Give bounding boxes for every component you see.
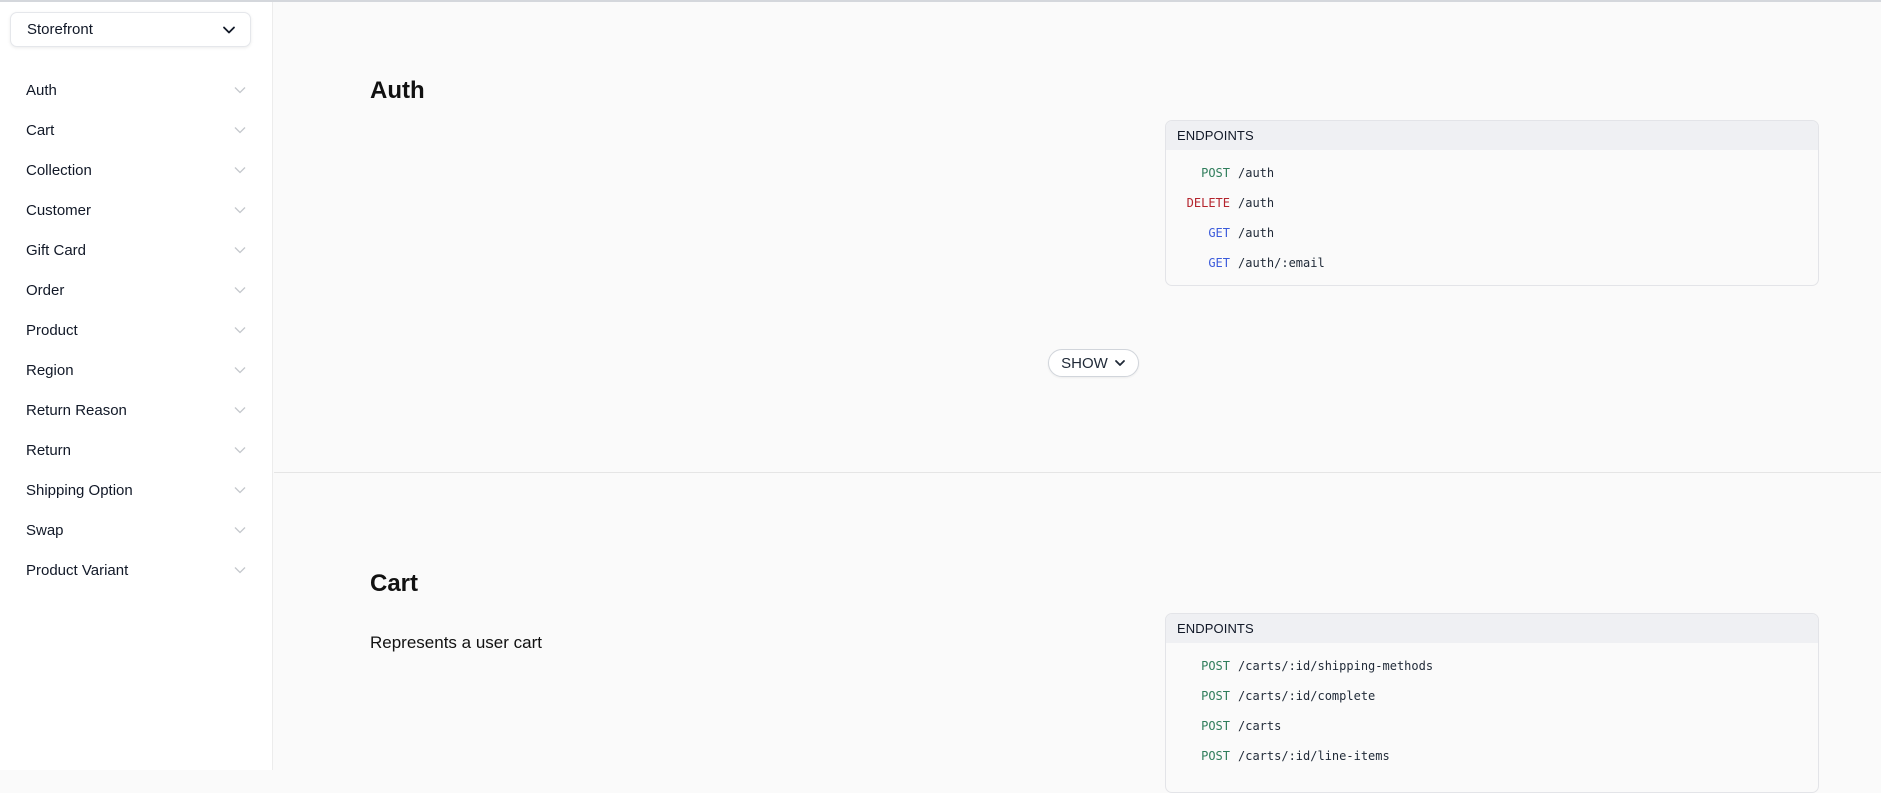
chevron-down-icon <box>234 487 246 494</box>
http-method-badge: DELETE <box>1186 196 1230 210</box>
sidebar-item-label: Return Reason <box>26 401 127 419</box>
chevron-down-icon <box>234 407 246 414</box>
sidebar-item-customer[interactable]: Customer <box>0 190 273 230</box>
top-border <box>0 0 1881 2</box>
http-method-badge: POST <box>1201 749 1230 763</box>
chevron-down-icon <box>223 26 235 33</box>
http-method-badge: POST <box>1201 659 1230 673</box>
endpoint-path: /auth <box>1238 226 1275 240</box>
endpoint-row[interactable]: POST /carts <box>1166 711 1818 741</box>
chevron-down-icon <box>234 207 246 214</box>
sidebar-item-return-reason[interactable]: Return Reason <box>0 390 273 430</box>
show-more-button[interactable]: SHOW <box>1048 349 1139 377</box>
sidebar-item-label: Gift Card <box>26 241 87 259</box>
sidebar: Storefront Auth Cart Collection Customer… <box>0 0 273 770</box>
endpoints-panel: ENDPOINTS POST /carts/:id/shipping-metho… <box>1165 613 1819 793</box>
endpoint-row[interactable]: GET /auth/:email <box>1166 248 1818 278</box>
chevron-down-icon <box>234 127 246 134</box>
sidebar-item-collection[interactable]: Collection <box>0 150 273 190</box>
sidebar-item-label: Order <box>26 281 65 299</box>
sidebar-item-gift-card[interactable]: Gift Card <box>0 230 273 270</box>
api-selector-value: Storefront <box>27 21 93 38</box>
chevron-down-icon <box>234 447 246 454</box>
sidebar-item-label: Product <box>26 321 78 339</box>
chevron-down-icon <box>234 567 246 574</box>
sidebar-item-swap[interactable]: Swap <box>0 510 273 550</box>
endpoints-list: POST /auth DELETE /auth GET /auth GET /a… <box>1166 150 1818 278</box>
http-method-badge: POST <box>1201 166 1230 180</box>
sidebar-item-return[interactable]: Return <box>0 430 273 470</box>
sidebar-nav: Auth Cart Collection Customer Gift Card … <box>0 70 273 590</box>
endpoint-path: /auth <box>1238 196 1275 210</box>
sidebar-item-label: Customer <box>26 201 92 219</box>
endpoint-row[interactable]: DELETE /auth <box>1166 188 1818 218</box>
sidebar-item-order[interactable]: Order <box>0 270 273 310</box>
chevron-down-icon <box>234 167 246 174</box>
endpoint-path: /auth/:email <box>1238 256 1325 270</box>
chevron-down-icon <box>1114 360 1125 366</box>
chevron-down-icon <box>234 87 246 94</box>
endpoint-path: /carts/:id/complete <box>1238 689 1376 703</box>
sidebar-item-cart[interactable]: Cart <box>0 110 273 150</box>
http-method-badge: POST <box>1201 689 1230 703</box>
section-description: Represents a user cart <box>370 633 542 652</box>
sidebar-item-label: Swap <box>26 521 64 539</box>
chevron-down-icon <box>234 247 246 254</box>
endpoint-row[interactable]: GET /auth <box>1166 218 1818 248</box>
main-content: Auth ENDPOINTS POST /auth DELETE /auth G… <box>274 0 1881 793</box>
endpoints-panel: ENDPOINTS POST /auth DELETE /auth GET /a… <box>1165 120 1819 286</box>
sidebar-item-label: Region <box>26 361 74 379</box>
section-title: Auth <box>370 77 425 104</box>
endpoint-path: /carts/:id/shipping-methods <box>1238 659 1434 673</box>
http-method-badge: GET <box>1208 256 1230 270</box>
sidebar-item-label: Auth <box>26 81 57 99</box>
sidebar-item-label: Product Variant <box>26 561 129 579</box>
sidebar-item-label: Cart <box>26 121 55 139</box>
sidebar-item-region[interactable]: Region <box>0 350 273 390</box>
sidebar-item-product-variant[interactable]: Product Variant <box>0 550 273 590</box>
sidebar-item-product[interactable]: Product <box>0 310 273 350</box>
chevron-down-icon <box>234 367 246 374</box>
chevron-down-icon <box>234 287 246 294</box>
endpoint-path: /auth <box>1238 166 1275 180</box>
sidebar-item-shipping-option[interactable]: Shipping Option <box>0 470 273 510</box>
http-method-badge: POST <box>1201 719 1230 733</box>
api-selector-dropdown[interactable]: Storefront <box>10 12 251 47</box>
section-title: Cart <box>370 570 419 597</box>
endpoints-header: ENDPOINTS <box>1166 614 1818 643</box>
endpoints-header: ENDPOINTS <box>1166 121 1818 150</box>
endpoint-row[interactable]: POST /carts/:id/complete <box>1166 681 1818 711</box>
endpoint-row[interactable]: POST /auth <box>1166 158 1818 188</box>
endpoint-row[interactable]: POST /carts/:id/shipping-methods <box>1166 651 1818 681</box>
chevron-down-icon <box>234 527 246 534</box>
sidebar-item-auth[interactable]: Auth <box>0 70 273 110</box>
endpoints-list: POST /carts/:id/shipping-methods POST /c… <box>1166 643 1818 771</box>
chevron-down-icon <box>234 327 246 334</box>
endpoint-row[interactable]: POST /carts/:id/line-items <box>1166 741 1818 771</box>
show-more-label: SHOW <box>1061 354 1108 372</box>
sidebar-item-label: Collection <box>26 161 92 179</box>
section-cart: Cart Represents a user cart ENDPOINTS PO… <box>274 474 1881 793</box>
endpoint-path: /carts <box>1238 719 1282 733</box>
sidebar-item-label: Return <box>26 441 72 459</box>
sidebar-item-label: Shipping Option <box>26 481 133 499</box>
section-auth: Auth ENDPOINTS POST /auth DELETE /auth G… <box>274 0 1881 473</box>
http-method-badge: GET <box>1208 226 1230 240</box>
endpoint-path: /carts/:id/line-items <box>1238 749 1390 763</box>
